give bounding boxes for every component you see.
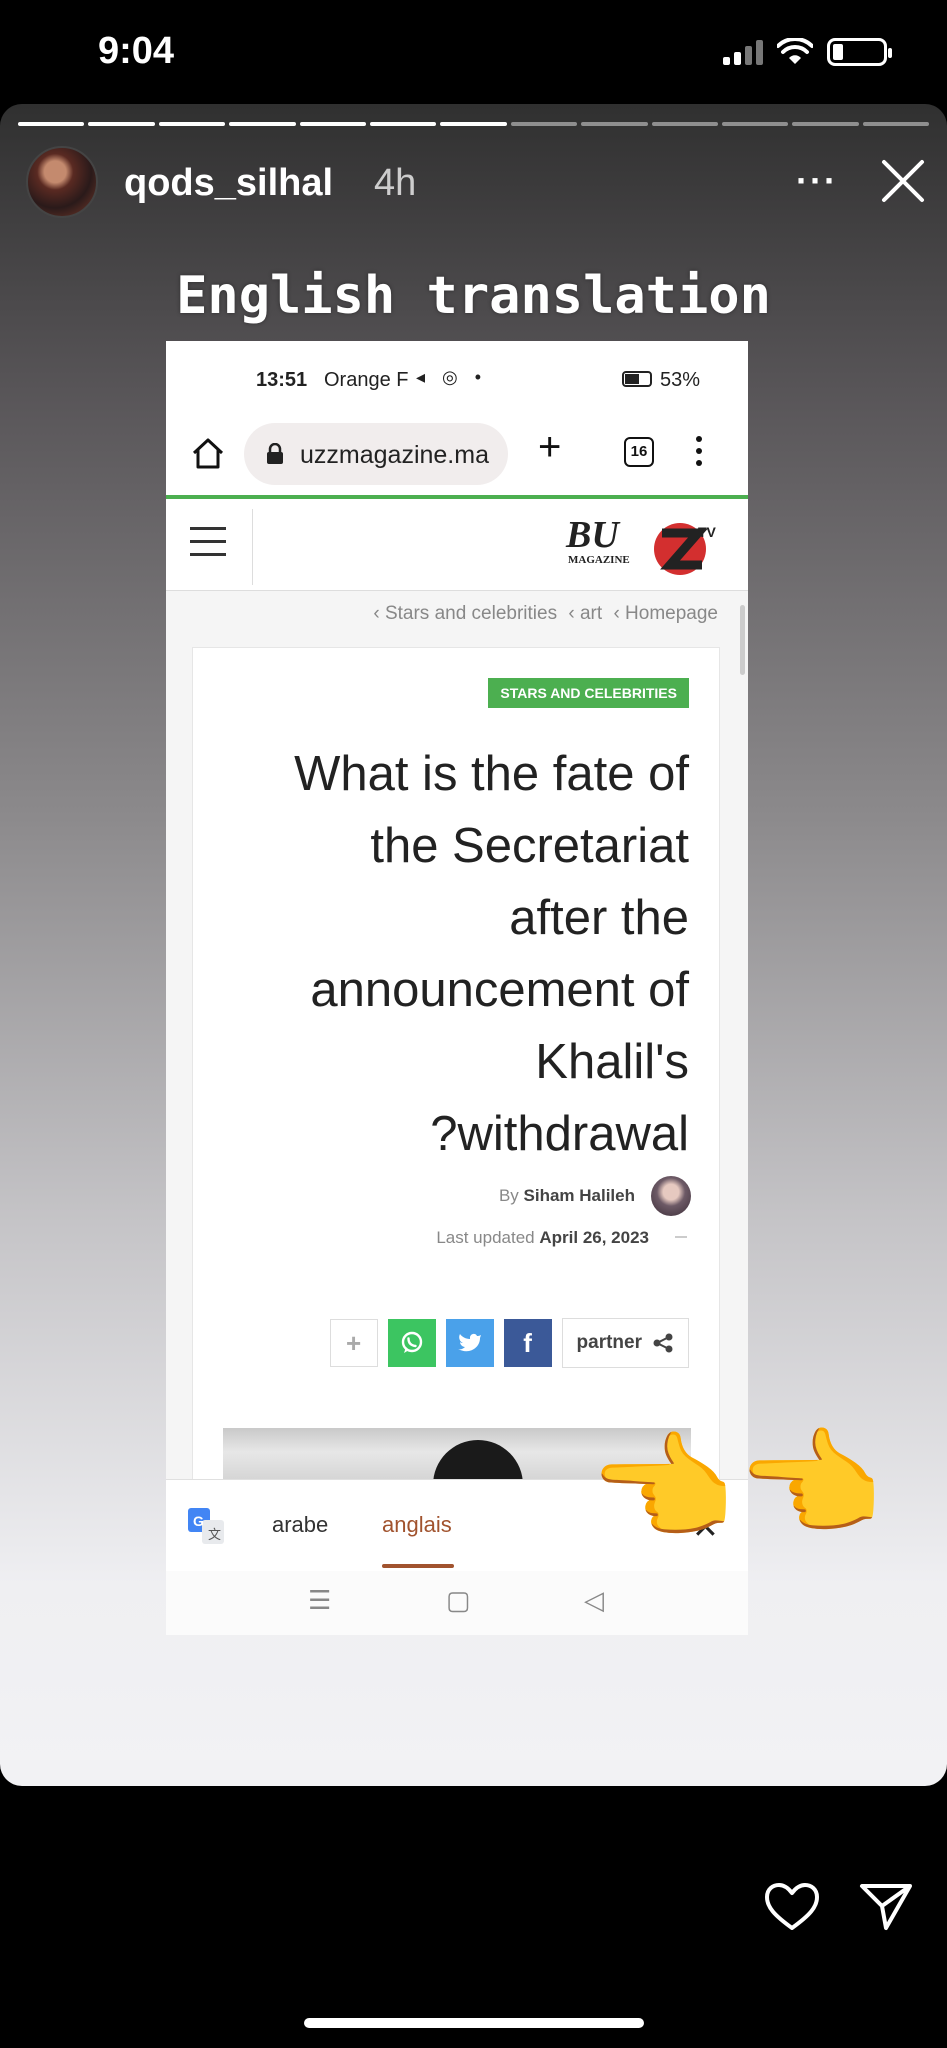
article-headline: What is the fate of the Secretariat afte… (294, 747, 689, 1161)
story-time-ago: 4h (374, 162, 417, 204)
breadcrumb-art[interactable]: ‹ art (568, 603, 602, 624)
twitter-icon (457, 1333, 481, 1352)
breadcrumb-stars[interactable]: ‹ Stars and celebrities (373, 603, 557, 624)
wifi-icon (777, 38, 813, 64)
story-header: qods_silhal 4h ··· (26, 146, 926, 222)
send-icon[interactable] (858, 1878, 914, 1934)
home-icon[interactable] (188, 433, 228, 473)
site-logo[interactable]: BU MAGAZINE TV (562, 511, 722, 581)
username[interactable]: qods_silhal (124, 162, 333, 205)
share-icon (653, 1333, 673, 1353)
partner-share-button[interactable]: partner (561, 1318, 689, 1368)
active-tab-indicator (382, 1564, 454, 1568)
heart-icon[interactable] (764, 1882, 820, 1932)
pointing-hand-sticker: 👉 (592, 1423, 739, 1555)
story-card[interactable]: qods_silhal 4h ··· English translation 1… (0, 104, 947, 1786)
svg-text:BU: BU (565, 514, 621, 556)
category-tag[interactable]: STARS AND CELEBRITIES (488, 678, 689, 708)
android-time: 13:51 (256, 369, 308, 391)
hamburger-menu-icon[interactable] (190, 527, 226, 557)
story-progress-bar (18, 122, 930, 126)
status-bar: 9:04 (0, 0, 947, 100)
close-icon[interactable] (878, 156, 928, 206)
svg-text:文: 文 (208, 1527, 221, 1542)
pointing-hand-sticker: 👉 (740, 1419, 887, 1551)
story-caption: English translation (176, 266, 771, 326)
home-button[interactable]: ▢ (446, 1585, 471, 1616)
address-bar[interactable]: uzzmagazine.ma (244, 423, 508, 485)
lock-icon (267, 443, 283, 464)
back-button[interactable]: ◁ (584, 1585, 604, 1616)
android-status-bar: 13:51 Orange F ◂ ◎ • 53% (166, 341, 748, 411)
url-text: uzzmagazine.ma (300, 441, 489, 469)
avatar[interactable] (26, 146, 98, 218)
new-tab-button[interactable]: + (538, 425, 561, 470)
recent-apps-button[interactable]: ☰ (308, 1585, 331, 1616)
article-card: STARS AND CELEBRITIES What is the fate o… (192, 647, 720, 1488)
browser-menu-icon[interactable] (696, 433, 704, 473)
share-row: + f partner (329, 1318, 689, 1368)
author-avatar[interactable] (651, 1176, 691, 1216)
carrier-name: Orange F (324, 369, 409, 391)
last-updated: Last updated April 26, 2023 (436, 1228, 649, 1247)
android-nav-bar: ☰ ▢ ◁ (166, 1571, 748, 1635)
facebook-share-button[interactable]: f (503, 1319, 552, 1367)
whatsapp-icon (401, 1331, 422, 1353)
svg-text:TV: TV (698, 524, 717, 540)
home-indicator[interactable] (304, 2018, 644, 2028)
author-name[interactable]: Siham Halileh (524, 1186, 635, 1205)
battery-percent: 53% (660, 369, 701, 391)
svg-text:G: G (193, 1513, 204, 1529)
signal-icon (723, 39, 763, 65)
share-more-button[interactable]: + (329, 1319, 378, 1367)
breadcrumb-home[interactable]: ‹ Homepage (613, 603, 718, 624)
battery-icon (827, 38, 892, 66)
twitter-share-button[interactable] (445, 1319, 494, 1367)
status-icons (723, 38, 892, 66)
google-translate-icon: G 文 (188, 1508, 224, 1544)
target-language-tab[interactable]: anglais (382, 1512, 452, 1538)
android-battery-icon (622, 371, 652, 387)
source-language-tab[interactable]: arabe (272, 1512, 328, 1538)
more-options-button[interactable]: ··· (796, 160, 838, 202)
browser-toolbar: uzzmagazine.ma + 16 (166, 411, 748, 495)
scrollbar[interactable] (740, 605, 745, 675)
svg-text:MAGAZINE: MAGAZINE (568, 554, 630, 566)
whatsapp-share-button[interactable] (387, 1319, 436, 1367)
site-header: BU MAGAZINE TV (166, 499, 748, 591)
status-time: 9:04 (98, 30, 175, 72)
story-footer (0, 1786, 947, 2048)
byline: By Siham Halileh (498, 1186, 635, 1205)
tab-count-button[interactable]: 16 (624, 437, 654, 467)
breadcrumb: ‹ Stars and celebrities ‹ art ‹ Homepage (367, 603, 718, 625)
notification-icons: ◂ ◎ • (416, 367, 488, 387)
